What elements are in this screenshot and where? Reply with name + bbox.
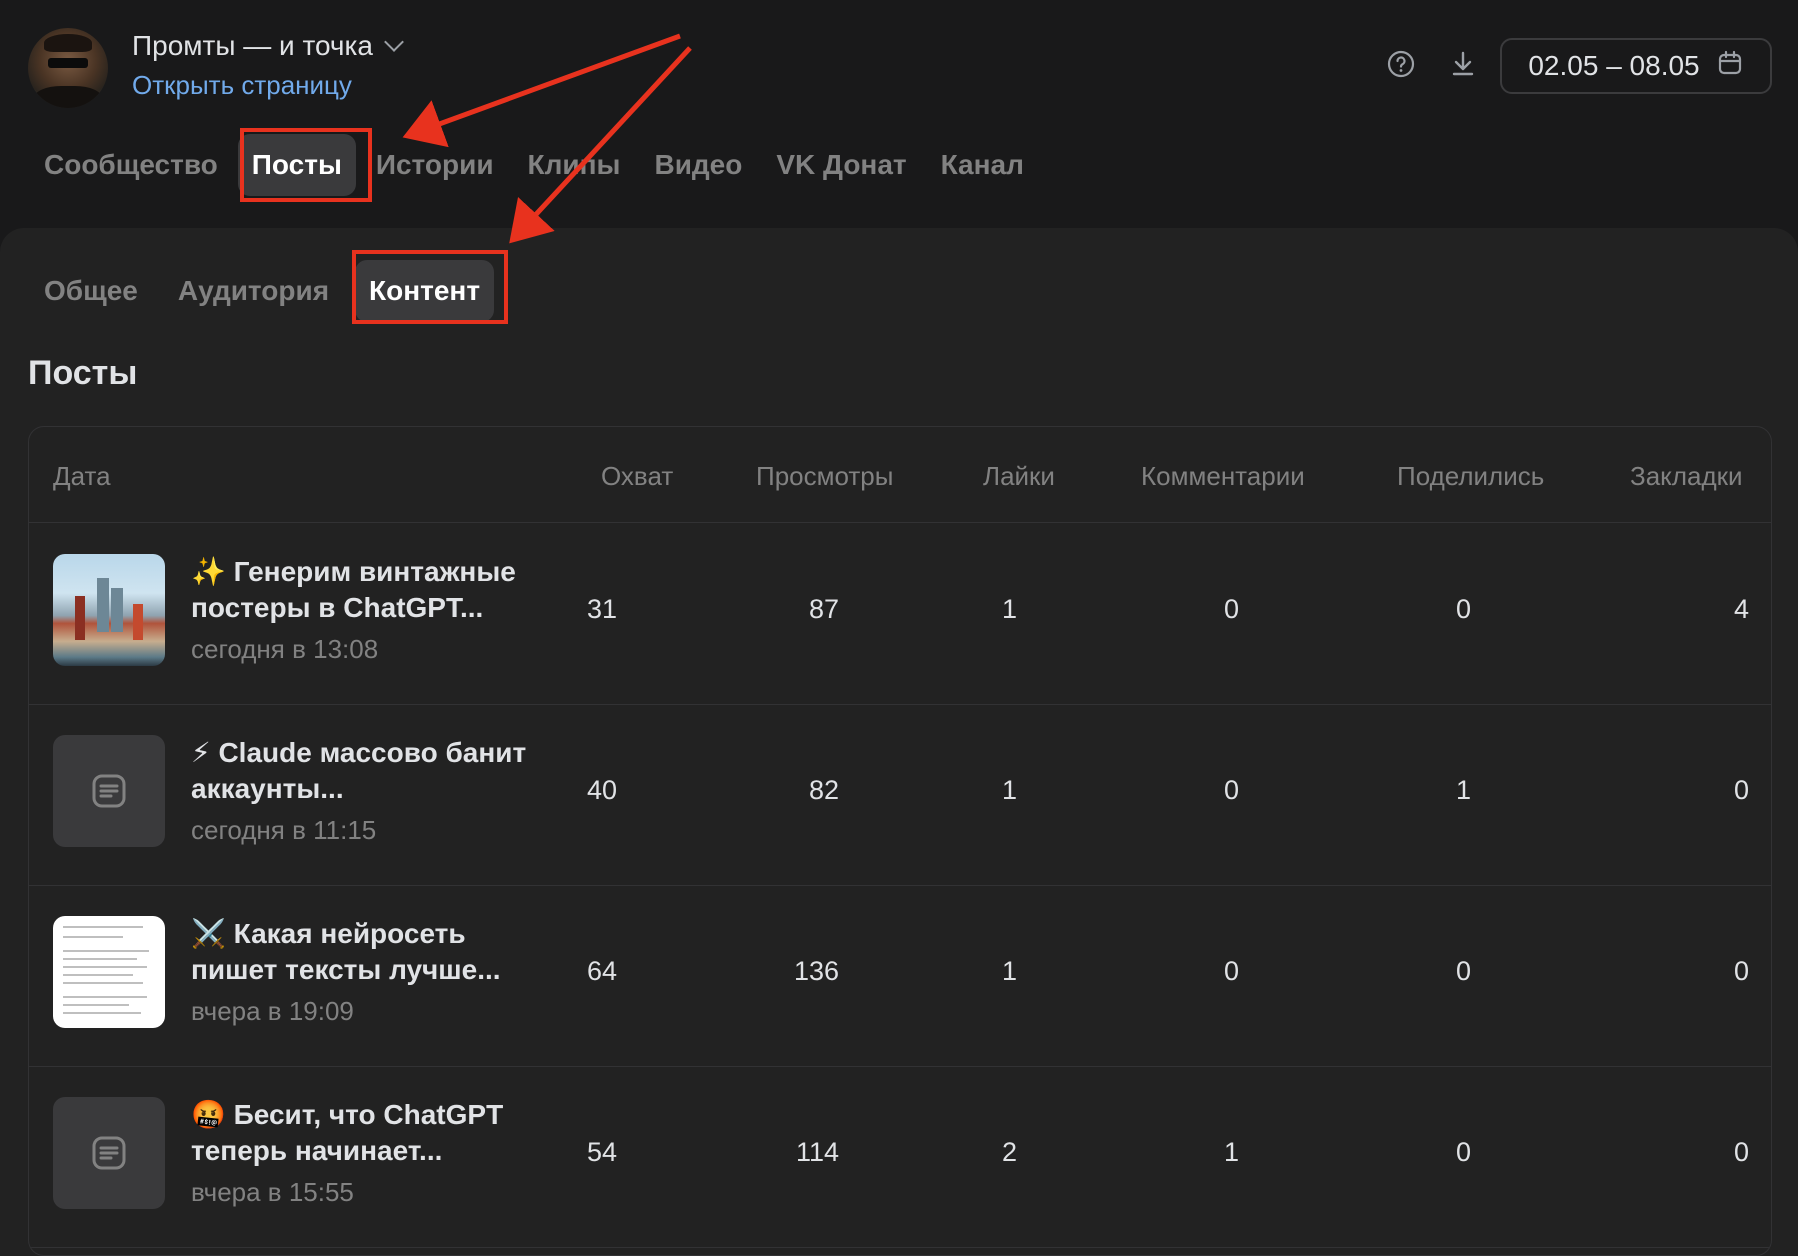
cell-comments: 0 <box>1223 594 1239 624</box>
col-views[interactable]: Просмотры <box>756 461 893 492</box>
help-icon[interactable] <box>1385 48 1417 80</box>
cell-bookmarks: 0 <box>1733 1137 1749 1167</box>
cell-shares: 0 <box>1455 594 1471 624</box>
sub-tabs: Общее Аудитория Контент <box>30 260 495 322</box>
col-comments[interactable]: Комментарии <box>1141 461 1305 492</box>
cell-views: 136 <box>793 956 839 986</box>
table-row[interactable]: 🤬 Бесит, что ChatGPT теперь начинает... … <box>29 1067 1771 1248</box>
page-header: Промты — и точка Открыть страницу 02.05 … <box>0 0 1798 230</box>
calendar-icon <box>1716 49 1744 84</box>
post-title[interactable]: ✨ Генерим винтажные постеры в ChatGPT... <box>191 554 531 626</box>
post-date: вчера в 19:09 <box>191 996 354 1026</box>
col-reach[interactable]: Охват <box>601 461 673 492</box>
cell-comments: 1 <box>1223 1137 1239 1167</box>
post-date: сегодня в 13:08 <box>191 634 379 664</box>
cell-reach: 31 <box>586 594 617 624</box>
table-header: Дата Охват Просмотры Лайки Комментарии П… <box>29 427 1771 523</box>
table-row[interactable]: ⚔️ Какая нейросеть пишет тексты лучше...… <box>29 886 1771 1067</box>
cell-bookmarks: 0 <box>1733 956 1749 986</box>
table-row[interactable]: ⚡ Claude массово банит аккаунты... сегод… <box>29 705 1771 886</box>
cell-shares: 0 <box>1455 956 1471 986</box>
cell-reach: 64 <box>586 956 617 986</box>
open-page-link[interactable]: Открыть страницу <box>132 70 352 101</box>
cell-likes: 1 <box>1001 956 1017 986</box>
subtab-general[interactable]: Общее <box>30 260 152 322</box>
community-name-selector[interactable]: Промты — и точка <box>132 30 404 62</box>
section-title: Посты <box>28 354 138 392</box>
post-title[interactable]: 🤬 Бесит, что ChatGPT теперь начинает... <box>191 1097 531 1169</box>
chevron-down-icon <box>384 32 404 52</box>
cell-reach: 40 <box>586 775 617 805</box>
cell-views: 114 <box>795 1137 839 1167</box>
cell-bookmarks: 0 <box>1733 775 1749 805</box>
community-name: Промты — и точка <box>132 30 373 61</box>
date-range-label: 02.05 – 08.05 <box>1528 50 1700 81</box>
subtab-audience[interactable]: Аудитория <box>164 260 343 322</box>
date-range-picker[interactable]: 02.05 – 08.05 <box>1500 38 1772 94</box>
col-likes[interactable]: Лайки <box>983 461 1055 492</box>
cell-shares: 0 <box>1455 1137 1471 1167</box>
text-post-icon <box>53 1097 165 1209</box>
community-avatar[interactable] <box>28 28 108 108</box>
post-date: сегодня в 11:15 <box>191 815 377 845</box>
subtab-content[interactable]: Контент <box>355 260 495 322</box>
cell-bookmarks: 4 <box>1733 594 1749 624</box>
col-bookmarks[interactable]: Закладки <box>1630 461 1743 492</box>
cell-likes: 1 <box>1001 594 1017 624</box>
tab-vk-donut[interactable]: VK Донат <box>762 134 920 196</box>
cell-shares: 1 <box>1455 775 1471 805</box>
post-title[interactable]: ⚔️ Какая нейросеть пишет тексты лучше... <box>191 916 531 988</box>
main-tabs: Сообщество Посты Истории Клипы Видео VK … <box>30 134 1038 196</box>
tab-video[interactable]: Видео <box>640 134 756 196</box>
cell-likes: 1 <box>1001 775 1017 805</box>
post-title[interactable]: ⚡ Claude массово банит аккаунты... <box>191 735 531 807</box>
tab-clips[interactable]: Клипы <box>514 134 635 196</box>
cell-comments: 0 <box>1223 775 1239 805</box>
col-date[interactable]: Дата <box>53 461 111 492</box>
cell-likes: 2 <box>1001 1137 1017 1167</box>
posts-table: Дата Охват Просмотры Лайки Комментарии П… <box>28 426 1772 1256</box>
tab-posts[interactable]: Посты <box>237 134 356 196</box>
cell-comments: 0 <box>1223 956 1239 986</box>
tab-stories[interactable]: Истории <box>362 134 508 196</box>
col-shares[interactable]: Поделились <box>1397 461 1544 492</box>
cell-views: 82 <box>808 775 839 805</box>
cell-reach: 54 <box>586 1137 617 1167</box>
text-post-icon <box>53 735 165 847</box>
tab-community[interactable]: Сообщество <box>30 134 232 196</box>
tab-channel[interactable]: Канал <box>927 134 1038 196</box>
table-row[interactable]: ✨ Генерим винтажные постеры в ChatGPT...… <box>29 524 1771 705</box>
post-thumbnail <box>53 554 165 666</box>
post-date: вчера в 15:55 <box>191 1177 354 1207</box>
download-icon[interactable] <box>1447 48 1479 80</box>
cell-views: 87 <box>808 594 839 624</box>
post-thumbnail <box>53 916 165 1028</box>
